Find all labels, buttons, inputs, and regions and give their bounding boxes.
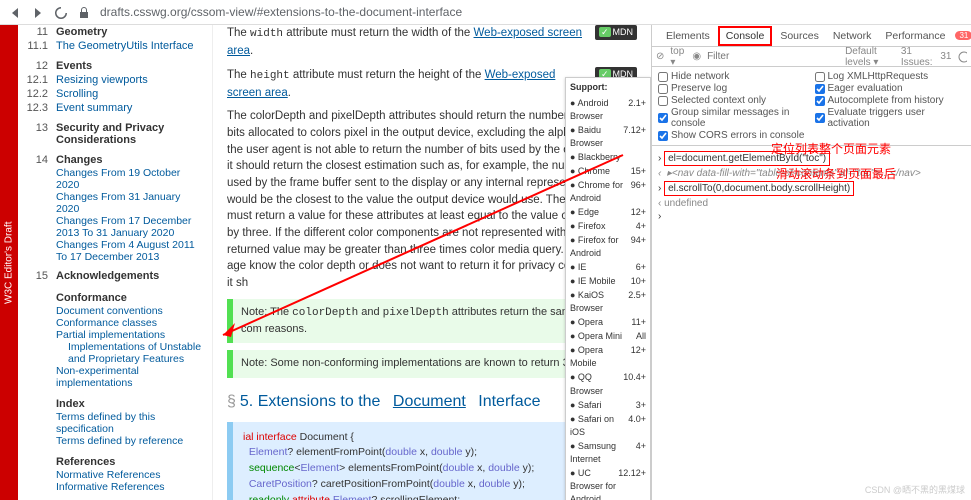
toc-eventsummary[interactable]: Event summary	[56, 102, 204, 114]
tab-elements[interactable]: Elements	[660, 28, 716, 44]
tab-sources[interactable]: Sources	[774, 28, 825, 44]
toc-sidebar: 11Geometry 11.1The GeometryUtils Interfa…	[18, 25, 213, 500]
toc-security[interactable]: Security and Privacy Considerations	[56, 122, 204, 146]
devtools-tabs: Elements Console Sources Network Perform…	[652, 25, 971, 47]
toc-geometry[interactable]: Geometry	[56, 26, 204, 38]
back-icon[interactable]	[8, 6, 21, 19]
devtools-panel: Elements Console Sources Network Perform…	[651, 25, 971, 500]
browser-toolbar: drafts.csswg.org/cssom-view/#extensions-…	[0, 0, 971, 25]
url-bar[interactable]: drafts.csswg.org/cssom-view/#extensions-…	[100, 5, 462, 19]
tab-perf[interactable]: Performance	[879, 28, 951, 44]
toc-change-0[interactable]: Changes From 19 October 2020	[26, 167, 204, 191]
tab-network[interactable]: Network	[827, 28, 878, 44]
w3c-draft-tab: W3C Editor's Draft	[0, 25, 18, 500]
gear-icon[interactable]	[957, 50, 967, 63]
toc-ack[interactable]: Acknowledgements	[56, 270, 204, 282]
issues-link[interactable]: 31 Issues:	[901, 46, 934, 68]
mdn-badge[interactable]: MDN	[595, 25, 637, 40]
forward-icon[interactable]	[31, 6, 44, 19]
toc-changes[interactable]: Changes	[56, 154, 204, 166]
toc-geomutils[interactable]: The GeometryUtils Interface	[56, 40, 204, 52]
filter-input[interactable]	[707, 51, 839, 62]
watermark: CSDN @晒不黑的黑煤球	[865, 483, 965, 496]
reload-icon[interactable]	[54, 6, 67, 19]
toc-change-1[interactable]: Changes From 31 January 2020	[26, 191, 204, 215]
context-selector[interactable]: top ▾	[670, 46, 686, 68]
levels-selector[interactable]: Default levels ▾	[845, 46, 895, 68]
spec-content: MDN The width attribute must return the …	[213, 25, 651, 500]
clear-icon[interactable]: ⊘	[656, 51, 664, 62]
annotation-1: 定位列表整个页面元素	[771, 140, 891, 157]
error-count[interactable]: 31	[955, 31, 971, 40]
lock-icon	[77, 6, 90, 19]
console-input-2: el.scrollTo(0,document.body.scrollHeight…	[664, 181, 854, 196]
tab-console[interactable]: Console	[718, 26, 773, 46]
console-settings: Hide networkLog XMLHttpRequestsPreserve …	[652, 67, 971, 146]
toc-change-2[interactable]: Changes From 17 December 2013 To 31 Janu…	[26, 215, 204, 239]
toc-scrolling[interactable]: Scrolling	[56, 88, 204, 100]
toc-change-3[interactable]: Changes From 4 August 2011 To 17 Decembe…	[26, 239, 204, 263]
toc-events[interactable]: Events	[56, 60, 204, 72]
annotation-2: 滑动滚动条到页面最后	[776, 165, 896, 182]
console-output[interactable]: › el=document.getElementById("toc") ‹ ▸<…	[652, 146, 971, 227]
toc-resizing[interactable]: Resizing viewports	[56, 74, 204, 86]
console-filter-bar: ⊘ top ▾ ◉ Default levels ▾ 31 Issues: 31	[652, 47, 971, 67]
browser-support-panel: Support: ● Android Browser2.1+● Baidu Br…	[565, 77, 651, 500]
